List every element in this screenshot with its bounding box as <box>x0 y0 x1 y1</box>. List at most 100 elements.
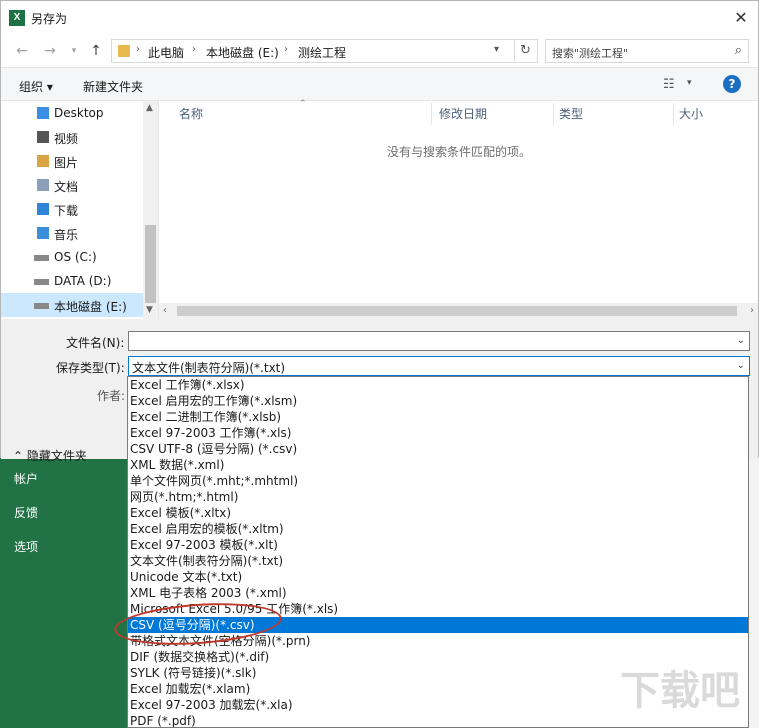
breadcrumb-this-pc[interactable]: 此电脑 <box>148 44 184 61</box>
excel-icon: X <box>9 10 25 26</box>
refresh-icon[interactable]: ↻ <box>514 39 538 63</box>
forward-icon[interactable]: → <box>41 41 59 61</box>
scrollbar-thumb[interactable] <box>177 306 737 316</box>
chevron-right-icon[interactable]: › <box>284 44 288 55</box>
folder-icon <box>118 45 130 57</box>
filetype-option[interactable]: Unicode 文本(*.txt) <box>128 569 748 585</box>
download-icon <box>37 203 49 215</box>
drive-icon <box>34 303 49 309</box>
chevron-down-icon[interactable]: ⌄ <box>737 335 745 346</box>
title-bar: X 另存为 ✕ <box>1 1 758 35</box>
chevron-right-icon[interactable]: › <box>136 44 140 55</box>
drive-icon <box>34 279 49 285</box>
column-size[interactable]: 大小 <box>679 105 703 122</box>
column-name[interactable]: 名称 <box>179 105 203 122</box>
breadcrumb-folder[interactable]: 测绘工程 <box>298 44 346 61</box>
filetype-option[interactable]: Excel 工作簿(*.xlsx) <box>128 377 748 393</box>
documents-icon <box>37 179 49 191</box>
filetype-option[interactable]: Excel 97-2003 工作簿(*.xls) <box>128 425 748 441</box>
desktop-icon <box>37 107 49 119</box>
file-list: ⌃ 名称 修改日期 类型 大小 没有与搜索条件匹配的项。 ‹ › <box>159 99 758 319</box>
drive-icon <box>34 255 49 261</box>
navigation-bar: ← → ▾ ↑ › 此电脑 › 本地磁盘 (E:) › 测绘工程 ▾ ↻ 搜索"… <box>1 35 758 67</box>
music-icon <box>37 227 49 239</box>
search-input[interactable]: 搜索"测绘工程" ⌕ <box>545 39 749 63</box>
filetype-option[interactable]: 网页(*.htm;*.html) <box>128 489 748 505</box>
filetype-option[interactable]: Excel 启用宏的模板(*.xltm) <box>128 521 748 537</box>
author-label: 作者: <box>97 389 126 403</box>
scroll-up-icon[interactable]: ▲ <box>146 103 153 113</box>
watermark-logo: 下载吧 <box>620 668 740 714</box>
excel-backstage-sidebar: 帐户 反馈 选项 <box>0 458 127 728</box>
scrollbar-thumb[interactable] <box>145 225 156 303</box>
tree-item-label: 音乐 <box>54 228 79 242</box>
tree-item[interactable]: OS (C:) <box>1 245 143 269</box>
tree-item[interactable]: 图片 <box>1 149 143 173</box>
tree-item[interactable]: 视频 <box>1 125 143 149</box>
tree-item-label: 图片 <box>54 156 79 170</box>
breadcrumb-drive-e[interactable]: 本地磁盘 (E:) <box>206 44 279 61</box>
scroll-right-icon[interactable]: › <box>750 305 754 316</box>
filetype-label: 保存类型(T): <box>56 361 125 375</box>
filetype-option[interactable]: Excel 模板(*.xltx) <box>128 505 748 521</box>
column-divider[interactable] <box>431 103 432 125</box>
chevron-right-icon[interactable]: › <box>192 44 196 55</box>
horizontal-scrollbar[interactable]: ‹ › <box>159 303 758 319</box>
back-icon[interactable]: ← <box>13 41 31 61</box>
backstage-options[interactable]: 选项 <box>14 538 38 555</box>
chevron-down-icon[interactable]: ⌄ <box>737 360 745 371</box>
up-icon[interactable]: ↑ <box>87 41 105 61</box>
chevron-down-icon[interactable]: ▾ <box>494 44 499 55</box>
tree-item-label: 视频 <box>54 132 79 146</box>
tree-item[interactable]: 音乐 <box>1 221 143 245</box>
backstage-account[interactable]: 帐户 <box>14 470 38 487</box>
filetype-option[interactable]: Excel 97-2003 模板(*.xlt) <box>128 537 748 553</box>
filetype-option[interactable]: Excel 启用宏的工作簿(*.xlsm) <box>128 393 748 409</box>
filetype-option[interactable]: 文本文件(制表符分隔)(*.txt) <box>128 553 748 569</box>
tree-item-label: Desktop <box>54 106 104 120</box>
column-divider[interactable] <box>673 103 674 125</box>
column-type[interactable]: 类型 <box>559 105 583 122</box>
recent-dropdown-icon[interactable]: ▾ <box>65 41 83 61</box>
backstage-feedback[interactable]: 反馈 <box>14 504 38 521</box>
search-placeholder: 搜索"测绘工程" <box>552 47 629 60</box>
video-icon <box>37 131 49 143</box>
scroll-left-icon[interactable]: ‹ <box>163 305 167 316</box>
filename-input[interactable]: ⌄ <box>128 331 750 351</box>
column-date-modified[interactable]: 修改日期 <box>439 105 487 122</box>
tree-item[interactable]: DATA (D:) <box>1 269 143 293</box>
close-button[interactable]: ✕ <box>730 7 752 29</box>
pictures-icon <box>37 155 49 167</box>
tree-item-label: OS (C:) <box>54 250 97 264</box>
organize-button[interactable]: 组织 ▾ <box>19 78 53 95</box>
search-icon: ⌕ <box>734 43 742 58</box>
empty-message: 没有与搜索条件匹配的项。 <box>387 145 532 159</box>
tree-item-label: 下载 <box>54 204 79 218</box>
chevron-up-icon: ⌃ <box>13 449 27 463</box>
address-bar[interactable]: › 此电脑 › 本地磁盘 (E:) › 测绘工程 ▾ <box>111 39 515 63</box>
dialog-title: 另存为 <box>31 12 68 26</box>
background-panel <box>748 458 759 728</box>
view-options-icon[interactable]: ☷ <box>663 77 675 92</box>
tree-item-label: DATA (D:) <box>54 274 112 288</box>
tree-item[interactable]: 文档 <box>1 173 143 197</box>
hide-folders-button[interactable]: ⌃ 隐藏文件夹 <box>13 447 87 464</box>
tree-item[interactable]: 本地磁盘 (E:) <box>1 293 143 317</box>
filetype-option[interactable]: CSV UTF-8 (逗号分隔) (*.csv) <box>128 441 748 457</box>
column-divider[interactable] <box>553 103 554 125</box>
new-folder-button[interactable]: 新建文件夹 <box>83 78 143 95</box>
scroll-down-icon[interactable]: ▼ <box>146 305 153 315</box>
vertical-scrollbar[interactable]: ▲ ▼ <box>143 101 158 319</box>
help-icon[interactable]: ? <box>723 75 741 93</box>
sort-arrow-icon: ⌃ <box>299 99 307 109</box>
filetype-select[interactable]: 文本文件(制表符分隔)(*.txt) ⌄ <box>128 356 750 376</box>
filename-label: 文件名(N): <box>66 336 125 350</box>
tree-item[interactable]: Desktop <box>1 101 143 125</box>
chevron-down-icon[interactable]: ▾ <box>687 78 692 88</box>
filetype-option[interactable]: 单个文件网页(*.mht;*.mhtml) <box>128 473 748 489</box>
filetype-option[interactable]: XML 电子表格 2003 (*.xml) <box>128 585 748 601</box>
hide-folders-label: 隐藏文件夹 <box>26 449 87 463</box>
filetype-option[interactable]: XML 数据(*.xml) <box>128 457 748 473</box>
tree-item[interactable]: 下载 <box>1 197 143 221</box>
filetype-option[interactable]: Excel 二进制工作簿(*.xlsb) <box>128 409 748 425</box>
